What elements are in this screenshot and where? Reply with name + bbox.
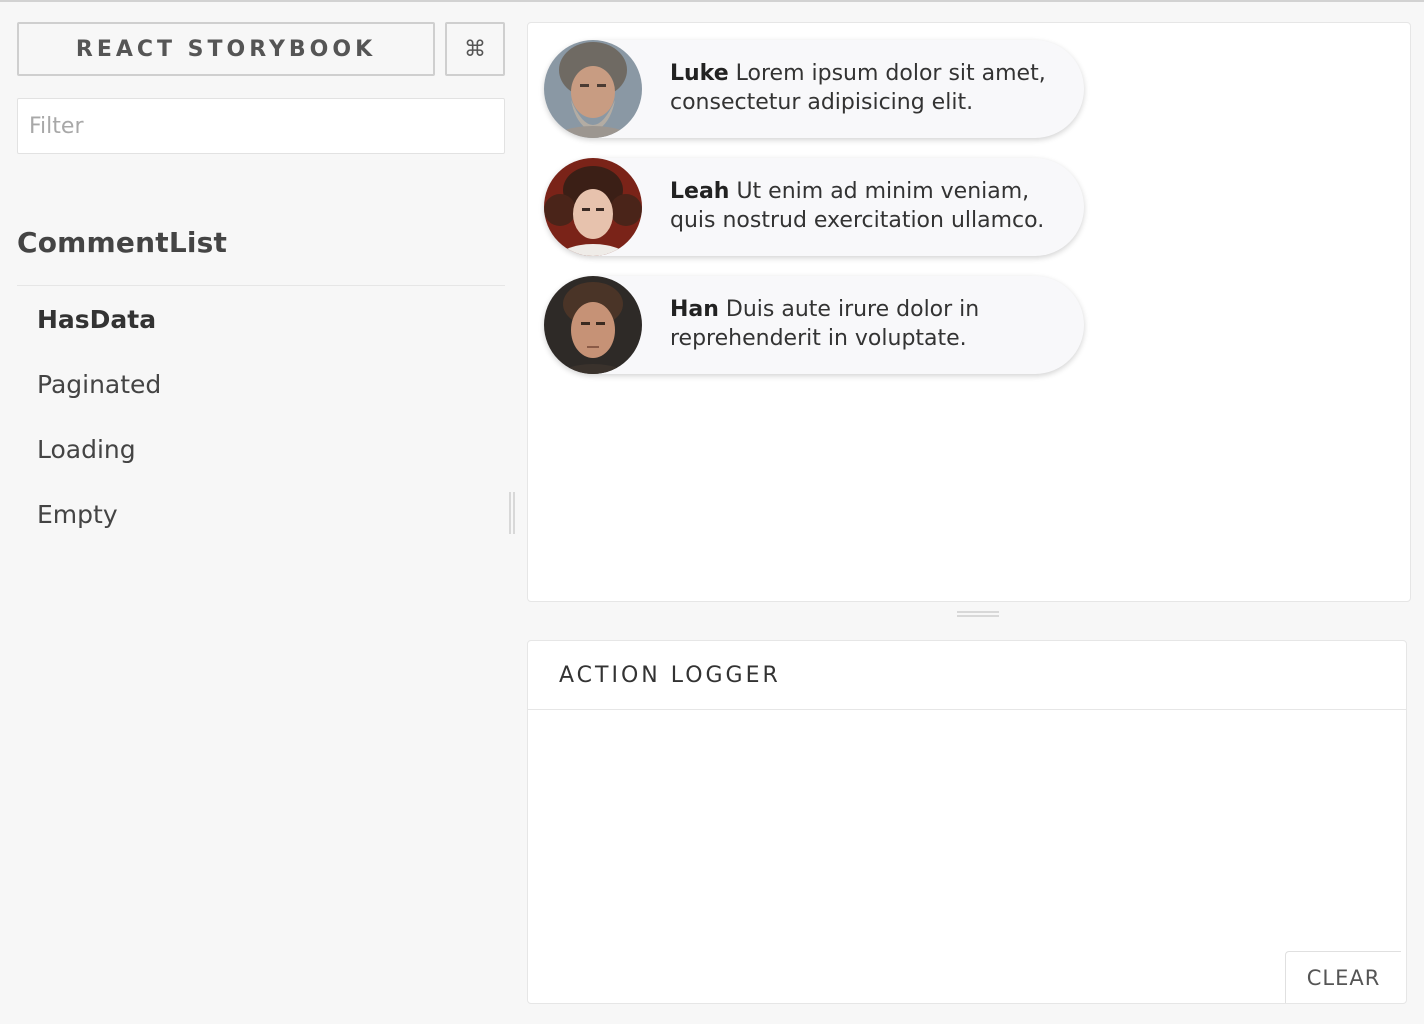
story-item-loading[interactable]: Loading	[37, 428, 161, 493]
comment-author: Han	[670, 297, 719, 322]
story-preview: Luke Lorem ipsum dolor sit amet, consect…	[527, 22, 1411, 602]
comment-item: Luke Lorem ipsum dolor sit amet, consect…	[544, 40, 1084, 138]
comment-text: Han Duis aute irure dolor in reprehender…	[670, 295, 1070, 353]
addon-divider	[528, 709, 1406, 710]
story-list: HasData Paginated Loading Empty	[37, 298, 161, 558]
clear-button[interactable]: CLEAR	[1285, 951, 1401, 1003]
sidebar-resize-handle[interactable]	[509, 492, 515, 534]
filter-input[interactable]	[17, 98, 505, 154]
luke-avatar	[544, 40, 642, 138]
addon-panel-resize-handle[interactable]	[957, 611, 999, 617]
storybook-brand-button[interactable]: REACT STORYBOOK	[17, 22, 435, 76]
comment-text: Leah Ut enim ad minim veniam, quis nostr…	[670, 177, 1070, 235]
sidebar: REACT STORYBOOK ⌘ CommentList HasData Pa…	[0, 0, 520, 1024]
keyboard-shortcuts-button[interactable]: ⌘	[445, 22, 505, 76]
story-item-empty[interactable]: Empty	[37, 493, 161, 558]
comment-author: Luke	[670, 61, 729, 86]
story-item-hasdata[interactable]: HasData	[37, 298, 161, 363]
han-avatar	[544, 276, 642, 374]
kind-divider	[17, 285, 505, 286]
addon-panel: ACTION LOGGER CLEAR	[527, 640, 1407, 1004]
comment-author: Leah	[670, 179, 730, 204]
comment-item: Leah Ut enim ad minim veniam, quis nostr…	[544, 158, 1084, 256]
tab-action-logger[interactable]: ACTION LOGGER	[559, 663, 781, 688]
comment-text: Luke Lorem ipsum dolor sit amet, consect…	[670, 59, 1070, 117]
command-key-icon: ⌘	[464, 36, 486, 62]
leah-avatar	[544, 158, 642, 256]
comment-item: Han Duis aute irure dolor in reprehender…	[544, 276, 1084, 374]
story-kind-heading[interactable]: CommentList	[17, 226, 227, 259]
story-item-paginated[interactable]: Paginated	[37, 363, 161, 428]
